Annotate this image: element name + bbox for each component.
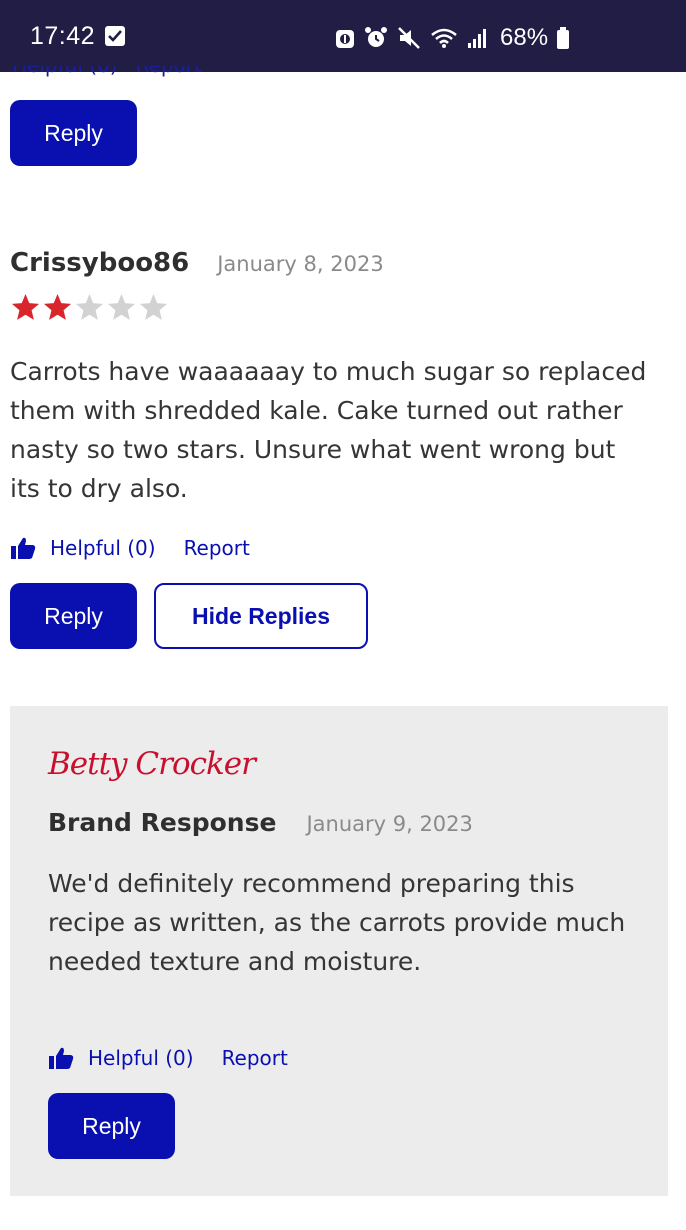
mute-icon [398,27,420,49]
hide-replies-button[interactable]: Hide Replies [154,583,368,649]
brand-report-link[interactable]: Report [222,1046,288,1070]
star-empty-icon [75,293,104,320]
brand-helpful-link[interactable]: Helpful (0) [88,1046,194,1070]
brand-response-date: January 9, 2023 [306,812,473,836]
brand-response-header: Brand Response January 9, 2023 [48,808,473,837]
brand-response-card: Betty Crocker Brand Response January 9, … [10,706,668,1196]
notification-icon [105,26,126,46]
helpful-link[interactable]: Helpful (0) [50,536,156,560]
battery-level: 68% [500,24,549,51]
brand-response-body: We'd definitely recommend preparing this… [48,869,626,976]
previous-reply-button[interactable]: Reply [10,100,137,166]
star-filled-icon [43,293,72,320]
review-body: Carrots have waaaaaay to much sugar so r… [10,357,647,503]
review-author: Crissyboo86 [10,248,190,278]
review-header: Crissyboo86 January 8, 2023 [10,248,384,278]
star-rating [10,292,169,323]
previous-helpful-link[interactable]: Helpful (0) [12,66,118,77]
report-link[interactable]: Report [184,536,250,560]
alarm-icon [365,27,387,47]
brand-response-actions: Helpful (0) Report [48,1046,288,1070]
battery-icon [557,27,570,49]
previous-review-actions: Helpful (0) Report [12,66,202,82]
status-time: 17:42 [30,21,96,50]
brand-reply-button[interactable]: Reply [48,1093,175,1159]
thumbs-up-icon[interactable] [10,536,36,560]
thumbs-up-icon[interactable] [48,1046,74,1070]
reply-button[interactable]: Reply [10,583,137,649]
previous-report-link[interactable]: Report [136,66,202,77]
betty-crocker-logo: Betty Crocker [48,746,256,782]
review-actions: Helpful (0) Report [10,536,250,560]
signal-icon [468,29,486,48]
brand-response-author: Brand Response [48,808,277,837]
wifi-icon [431,28,457,48]
review-date: January 8, 2023 [217,252,384,276]
status-bar: 17:42 68% [0,0,686,72]
star-empty-icon [139,293,168,320]
star-empty-icon [107,293,136,320]
star-filled-icon [11,293,40,320]
battery-saver-icon [336,30,354,48]
